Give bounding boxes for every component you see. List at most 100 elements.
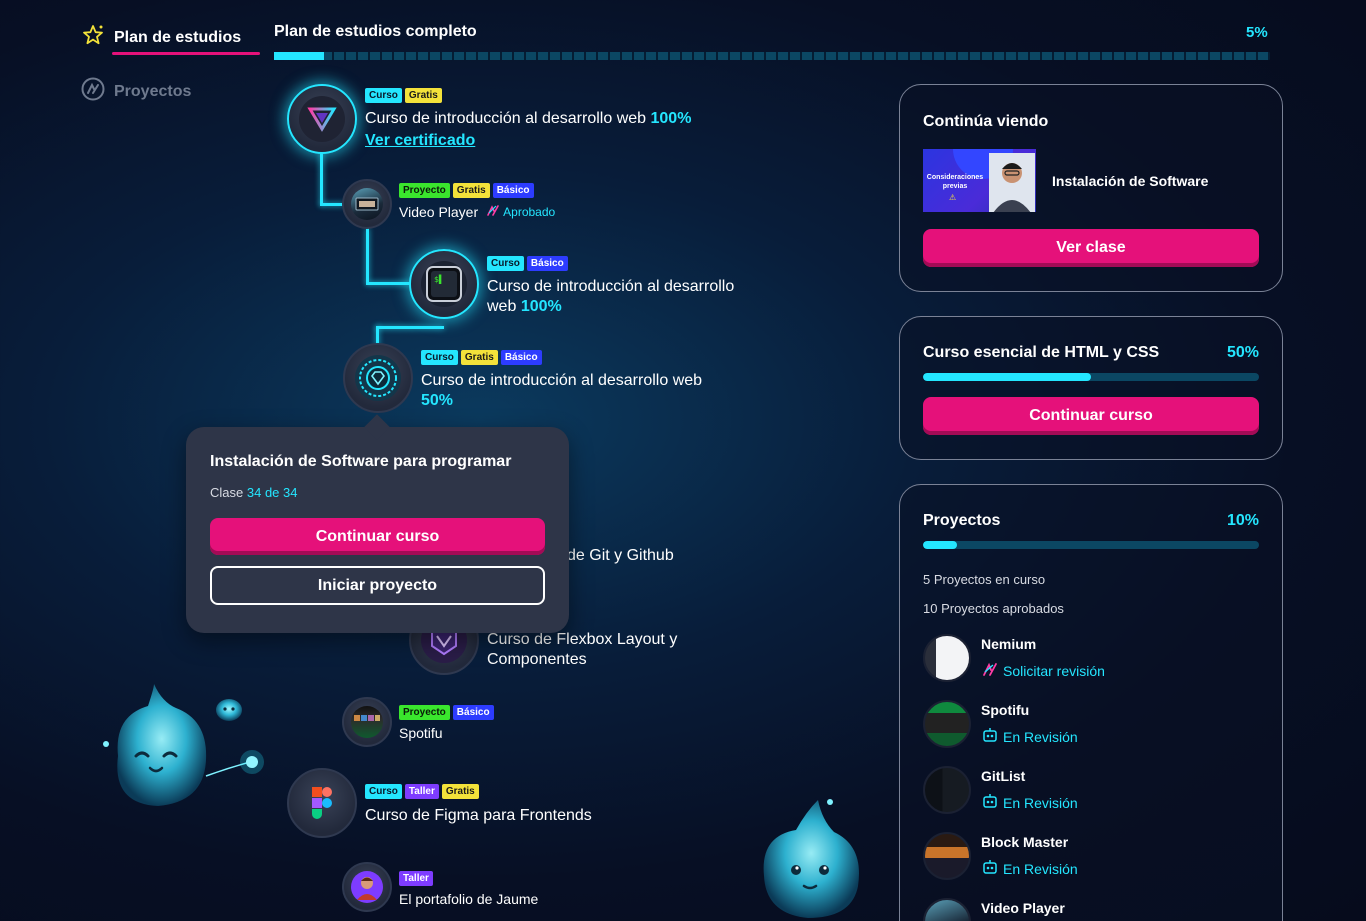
course-title-git-github[interactable]: de Git y Github: [567, 546, 674, 566]
tag-curso: Curso: [365, 784, 402, 799]
nav-active-indicator: [112, 52, 260, 55]
nav-plan-label: Plan de estudios: [114, 28, 242, 46]
course-node-figma[interactable]: [287, 768, 357, 838]
course-title[interactable]: Curso de introducción al desarrollo web …: [365, 109, 691, 129]
course-progress-bar: [923, 373, 1259, 381]
tag-taller: Taller: [404, 784, 439, 799]
course-info-figma: Curso Taller Gratis Curso de Figma para …: [365, 784, 592, 826]
request-review-link[interactable]: Solicitar revisión: [981, 660, 1105, 681]
video-player-project-thumbnail: [923, 898, 971, 921]
plan-progress-title: Plan de estudios completo: [274, 23, 477, 40]
projects-list: Nemium Solicitar revisión Spotifu En Rev…: [923, 634, 1259, 921]
view-certificate-link[interactable]: Ver certificado: [365, 132, 691, 150]
tag-basico: Básico: [452, 705, 494, 720]
plan-progress-percent: 5%: [1246, 24, 1268, 41]
course-node-intro-web-3[interactable]: [343, 343, 413, 413]
course-node-intro-web[interactable]: [287, 84, 357, 154]
course-info-intro-web: Curso Gratis Curso de introducción al de…: [365, 88, 691, 150]
course-card-percent: 50%: [1226, 344, 1259, 361]
projects-card-title: Proyectos: [923, 512, 1001, 529]
path-connector: [366, 282, 412, 285]
svg-text:$▌: $▌: [434, 274, 444, 284]
plan-progress-bar: [274, 52, 1270, 60]
course-progress-fill: [923, 373, 1091, 381]
avatar: [350, 870, 384, 904]
gitlist-thumbnail: [923, 766, 971, 814]
project-name: Video Player: [981, 900, 1065, 916]
tag-basico: Básico: [492, 183, 534, 198]
course-tags: Curso Gratis: [365, 88, 691, 103]
project-row-gitlist[interactable]: GitList En Revisión: [923, 766, 1259, 832]
project-tags: Proyecto Básico: [399, 705, 494, 720]
tag-curso: Curso: [421, 350, 458, 365]
start-project-button[interactable]: Iniciar proyecto: [210, 566, 545, 605]
projects-progress-fill: [923, 541, 957, 549]
course-node-intro-web-2[interactable]: $▌: [409, 249, 479, 319]
block-master-thumbnail: [923, 832, 971, 880]
thumbnail-caption: Consideraciones previas: [926, 174, 984, 190]
project-title[interactable]: Video Player: [399, 204, 478, 220]
gear-badge-icon: [354, 354, 402, 402]
project-row-spotifu[interactable]: Spotifu En Revisión: [923, 700, 1259, 766]
course-tags: Curso Taller Gratis: [365, 784, 592, 799]
course-title[interactable]: Curso de Figma para Frontends: [365, 806, 592, 826]
warning-icon: ⚠: [949, 193, 957, 202]
project-row-block-master[interactable]: Block Master En Revisión: [923, 832, 1259, 898]
class-popover: Instalación de Software para programar C…: [186, 427, 569, 633]
course-title[interactable]: Curso de introducción al desarrollo web …: [487, 277, 734, 317]
project-node-video-player[interactable]: [342, 179, 392, 229]
projects-in-progress: 5 Proyectos en curso: [923, 572, 1046, 587]
workshop-node-portfolio[interactable]: [342, 862, 392, 912]
plan-progress-fill: [274, 52, 324, 60]
path-connector: [320, 150, 323, 205]
nav-projects-label: Proyectos: [114, 82, 192, 100]
continue-watching-title: Continúa viendo: [923, 113, 1049, 130]
watch-class-button[interactable]: Ver clase: [923, 229, 1259, 267]
project-node-spotifu[interactable]: [342, 697, 392, 747]
continue-course-card-button[interactable]: Continuar curso: [923, 397, 1259, 435]
video-thumbnail[interactable]: Consideraciones previas ⚠: [923, 149, 1036, 212]
course-title-flexbox[interactable]: Curso de Flexbox Layout y Componentes: [487, 630, 677, 670]
tag-gratis: Gratis: [404, 88, 442, 103]
course-card-title: Curso esencial de HTML y CSS: [923, 344, 1160, 361]
tag-proyecto: Proyecto: [399, 183, 450, 198]
workshop-title[interactable]: El portafolio de Jaume: [399, 891, 538, 907]
path-connector: [320, 203, 344, 206]
tag-taller: Taller: [399, 871, 433, 886]
nav-plan[interactable]: Plan de estudios: [80, 22, 260, 55]
video-title[interactable]: Instalación de Software: [1052, 173, 1208, 189]
nemium-thumbnail: [923, 634, 971, 682]
popover-class-count: Clase 34 de 34: [210, 485, 298, 500]
star-icon: [80, 22, 106, 53]
robot-icon: [981, 858, 999, 879]
project-tags: Proyecto Gratis Básico: [399, 183, 555, 198]
projects-approved: 10 Proyectos aprobados: [923, 601, 1064, 616]
course-tags: Curso Gratis Básico: [421, 350, 702, 365]
tag-basico: Básico: [500, 350, 542, 365]
popover-title: Instalación de Software para programar: [210, 453, 512, 470]
rocket-icon: [981, 660, 999, 681]
project-name: Block Master: [981, 834, 1069, 850]
course-info-intro-web-2: Curso Básico Curso de introducción al de…: [487, 256, 734, 317]
nav-projects[interactable]: Proyectos: [80, 76, 191, 107]
workshop-tags: Taller: [399, 871, 538, 886]
project-title[interactable]: Spotifu: [399, 725, 494, 741]
course-info-intro-web-3: Curso Gratis Básico Curso de introducció…: [421, 350, 702, 411]
project-name: Spotifu: [981, 702, 1030, 718]
project-info-spotifu: Proyecto Básico Spotifu: [399, 705, 494, 741]
tag-proyecto: Proyecto: [399, 705, 450, 720]
figma-icon: [299, 780, 345, 826]
continue-course-button[interactable]: Continuar curso: [210, 518, 545, 555]
course-title[interactable]: Curso de introducción al desarrollo web …: [421, 371, 702, 411]
projects-progress-bar: [923, 541, 1259, 549]
continue-video-row[interactable]: Consideraciones previas ⚠ Instalación de…: [923, 149, 1259, 212]
terminal-icon: $▌: [420, 260, 468, 308]
video-player-thumbnail: [350, 187, 384, 221]
robot-icon: [981, 792, 999, 813]
project-name: Nemium: [981, 636, 1037, 652]
projects-card-percent: 10%: [1226, 512, 1259, 529]
in-review-status: En Revisión: [981, 858, 1078, 879]
project-row-nemium[interactable]: Nemium Solicitar revisión: [923, 634, 1259, 700]
approved-status: Aprobado: [486, 203, 555, 220]
project-row-video-player[interactable]: Video Player: [923, 898, 1259, 921]
